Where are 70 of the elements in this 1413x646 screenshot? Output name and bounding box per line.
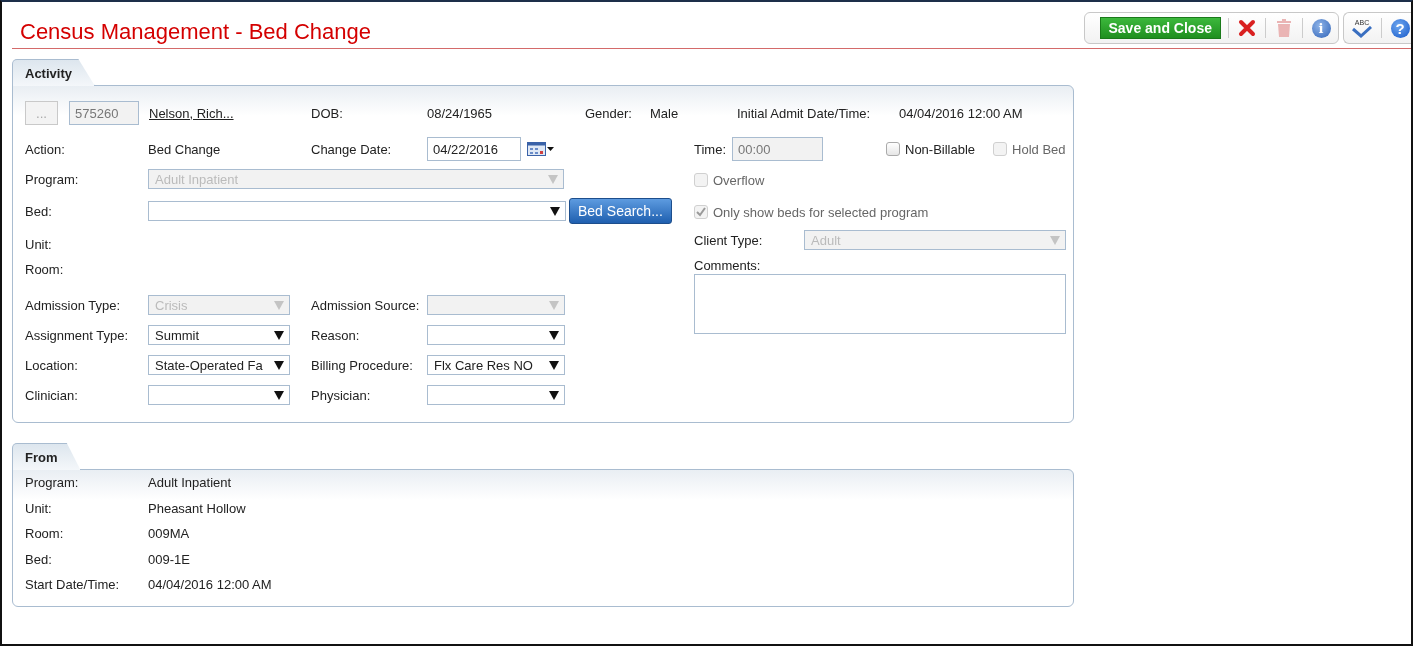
- field-value: 009MA: [148, 526, 190, 542]
- dropdown-caret-icon: [1050, 235, 1060, 245]
- dropdown-caret-icon: [274, 300, 284, 310]
- gender-value: Male: [650, 105, 680, 121]
- field-label: Assignment Type:: [25, 327, 130, 343]
- checkbox-label: Non-Billable: [905, 141, 976, 157]
- dropdown-caret-icon: [549, 300, 559, 310]
- field-value: Pheasant Hollow: [148, 500, 246, 516]
- checkbox[interactable]: [886, 142, 900, 156]
- dropdown-caret-icon: [549, 360, 559, 370]
- dropdown[interactable]: Flx Care Res NO: [427, 355, 565, 375]
- dropdown-caret-icon: [549, 330, 559, 340]
- dropdown-caret-icon: [274, 330, 284, 340]
- client-name-link[interactable]: Nelson, Rich...: [149, 105, 311, 121]
- dropdown[interactable]: [427, 325, 565, 345]
- activity-tab[interactable]: Activity: [12, 59, 95, 86]
- admit-date-label: Initial Admit Date/Time:: [737, 105, 872, 121]
- field-value: 009-1E: [148, 551, 190, 567]
- dropdown-caret-icon: [548, 174, 558, 184]
- field-label: Start Date/Time:: [25, 577, 121, 593]
- field-label: Admission Source:: [311, 297, 421, 313]
- field-value: 04/04/2016 12:00 AM: [148, 577, 272, 593]
- dropdown[interactable]: [148, 201, 566, 221]
- admit-date-value: 04/04/2016 12:00 AM: [899, 105, 1023, 121]
- field-value: Adult Inpatient: [148, 475, 232, 491]
- client-id-field[interactable]: 575260: [69, 101, 139, 125]
- dropdown-caret-icon: [550, 206, 560, 216]
- field-label: Location:: [25, 357, 79, 373]
- field-label: Room:: [25, 526, 65, 542]
- dropdown[interactable]: Summit: [148, 325, 290, 345]
- field-label: Bed:: [25, 551, 53, 567]
- help-button[interactable]: ?: [1389, 17, 1411, 39]
- calendar-icon[interactable]: [527, 142, 555, 156]
- field-label: Billing Procedure:: [311, 357, 414, 373]
- dob-label: DOB:: [311, 105, 344, 121]
- dropdown[interactable]: [427, 385, 565, 405]
- from-tab[interactable]: From: [12, 443, 81, 470]
- checkbox-label: Only show beds for selected program: [713, 204, 929, 220]
- field-label: Time:: [694, 141, 728, 157]
- info-button[interactable]: i: [1310, 17, 1332, 39]
- field-label: Bed:: [25, 203, 53, 219]
- checkbox-label: Overflow: [713, 172, 765, 188]
- checkbox-label: Hold Bed: [1012, 141, 1066, 157]
- field-label: Unit:: [25, 500, 53, 516]
- field-label: Clinician:: [25, 387, 79, 403]
- gender-label: Gender:: [585, 105, 633, 121]
- bed-search-button[interactable]: Bed Search...: [569, 198, 672, 224]
- field-label: Action:: [25, 141, 66, 157]
- dropdown-caret-icon: [274, 360, 284, 370]
- field-label: Program:: [25, 475, 80, 491]
- field-label: Admission Type:: [25, 297, 122, 313]
- close-button[interactable]: [1236, 17, 1258, 39]
- field-label: Client Type:: [694, 232, 764, 248]
- dob-value: 08/24/1965: [427, 105, 494, 121]
- field-label: Program:: [25, 171, 80, 187]
- window-title: Census Management - Bed Change: [19, 18, 371, 45]
- action-value: Bed Change: [148, 141, 222, 157]
- dropdown-caret-icon: [274, 390, 284, 400]
- field-label: Reason:: [311, 327, 361, 343]
- date-field[interactable]: 04/22/2016: [427, 137, 521, 161]
- field-label: Change Date:: [311, 141, 393, 157]
- save-and-close-button[interactable]: Save and Close: [1099, 17, 1221, 39]
- field-label: Physician:: [311, 387, 372, 403]
- comments-field[interactable]: [694, 274, 1066, 334]
- field-label: Unit:: [25, 237, 52, 252]
- field-label: Comments:: [694, 258, 762, 273]
- dropdown[interactable]: State-Operated Fa: [148, 355, 290, 375]
- field-label: Room:: [25, 262, 64, 277]
- dropdown-caret-icon: [549, 390, 559, 400]
- dropdown[interactable]: [148, 385, 290, 405]
